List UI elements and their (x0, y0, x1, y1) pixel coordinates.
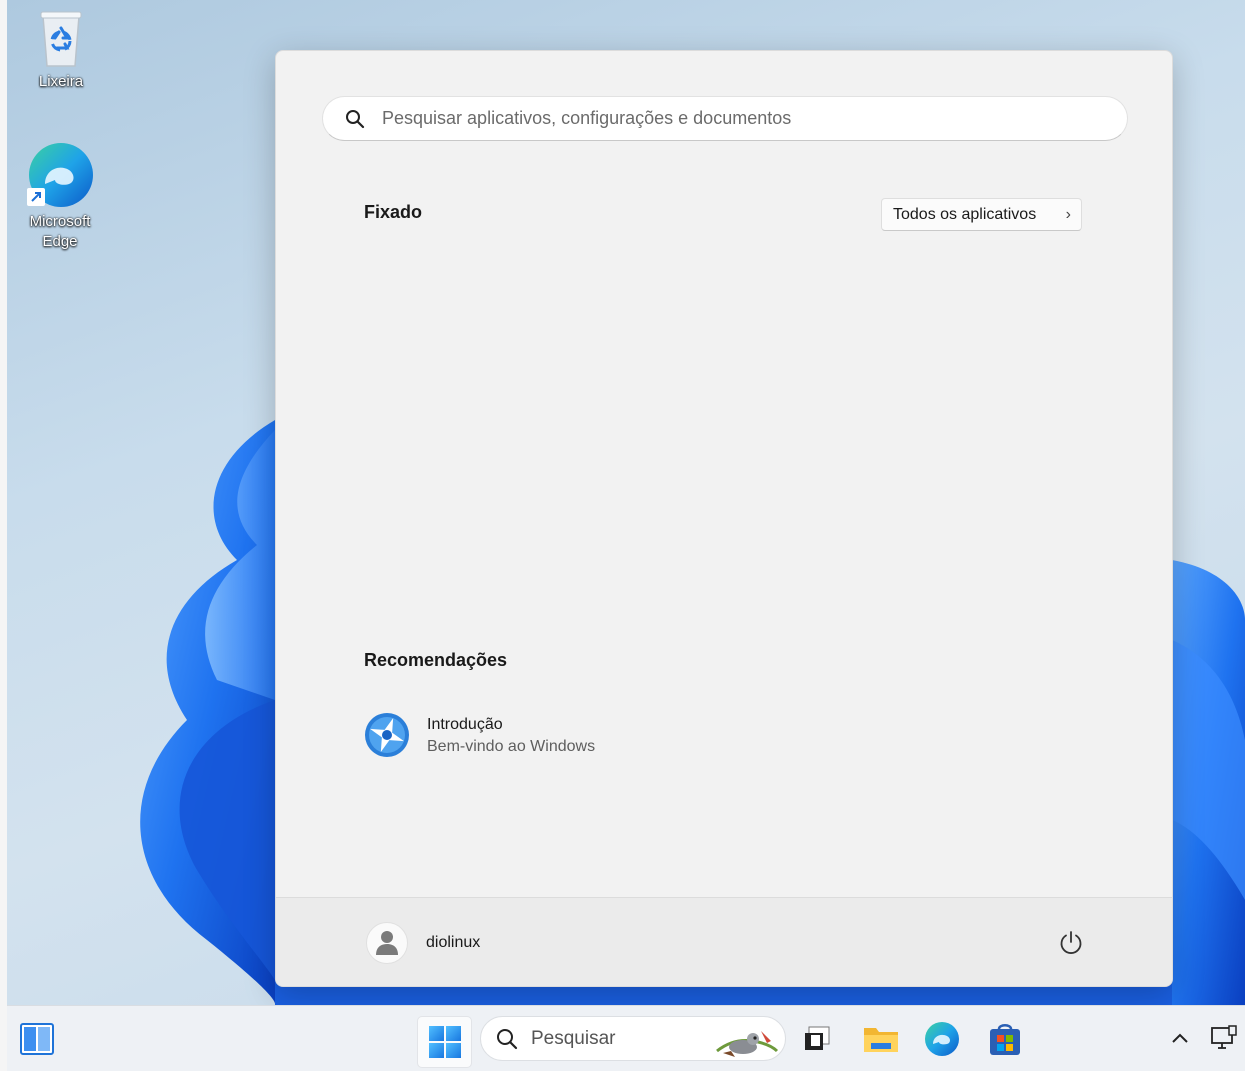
start-footer: diolinux (276, 897, 1172, 986)
file-explorer-button[interactable] (860, 1020, 902, 1058)
chevron-up-icon (1172, 1033, 1188, 1043)
search-placeholder: Pesquisar aplicativos, configurações e d… (382, 108, 792, 128)
taskbar-search[interactable]: Pesquisar (480, 1016, 786, 1061)
start-icon (428, 1026, 461, 1058)
user-icon (376, 931, 398, 955)
desktop-icon-label: Microsoft Edge (29, 213, 91, 250)
show-hidden-icons-button[interactable] (1167, 1024, 1193, 1052)
desktop-icon-label: Lixeira (38, 73, 84, 90)
recycle-bin-icon (35, 8, 87, 70)
file-explorer-icon (864, 1028, 898, 1052)
get-started-icon (365, 713, 409, 757)
network-button[interactable] (1207, 1020, 1241, 1056)
recommended-item-get-started[interactable]: Introdução Bem-vindo ao Windows (364, 711, 664, 759)
widgets-icon (20, 1023, 54, 1055)
start-search-input[interactable]: Pesquisar aplicativos, configurações e d… (322, 96, 1128, 141)
edge-taskbar-button[interactable] (921, 1018, 963, 1060)
search-icon (497, 1028, 518, 1049)
pinned-title: Fixado (364, 202, 423, 222)
widgets-button[interactable] (17, 1020, 57, 1058)
user-account-button[interactable]: diolinux (366, 922, 480, 964)
desktop-icon-recycle-bin[interactable]: Lixeira (15, 8, 107, 92)
search-icon (346, 109, 365, 128)
store-icon (990, 1024, 1020, 1055)
recommended-item-subtitle: Bem-vindo ao Windows (427, 738, 596, 755)
user-name: diolinux (426, 934, 481, 951)
edge-icon (25, 140, 95, 210)
store-button[interactable] (984, 1018, 1026, 1060)
task-view-icon (805, 1026, 830, 1050)
recommended-item-title: Introdução (427, 716, 503, 733)
avatar (366, 922, 408, 964)
chevron-right-icon: › (1065, 205, 1071, 223)
network-icon (1211, 1025, 1237, 1049)
edge-icon (925, 1022, 959, 1056)
power-icon[interactable] (1058, 930, 1084, 956)
start-menu: Pesquisar aplicativos, configurações e d… (275, 50, 1173, 987)
all-apps-button[interactable]: Todos os aplicativos › (881, 198, 1082, 231)
start-button[interactable] (417, 1016, 472, 1068)
taskbar: Pesquisar (7, 1005, 1245, 1071)
task-view-button[interactable] (797, 1020, 837, 1058)
screen-edge (0, 0, 7, 1071)
recommended-title: Recomendações (364, 650, 508, 670)
desktop-icon-microsoft-edge[interactable]: Microsoft Edge (14, 140, 106, 252)
taskbar-search-label: Pesquisar (531, 1027, 616, 1049)
search-highlight-icon (716, 1031, 779, 1057)
all-apps-label: Todos os aplicativos (893, 205, 1037, 223)
